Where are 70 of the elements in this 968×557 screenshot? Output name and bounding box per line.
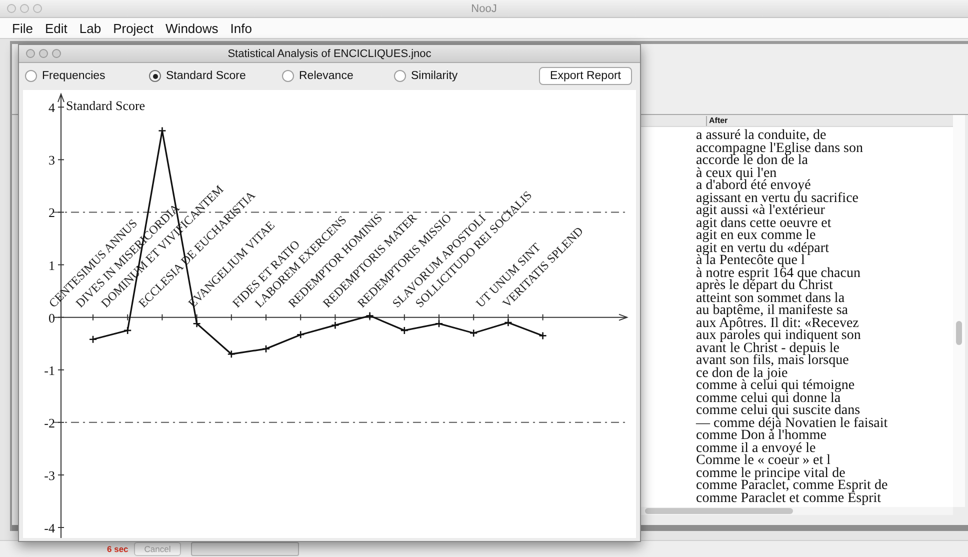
table-cell: accompagne l'Eglise dans son (696, 142, 863, 155)
radio-button[interactable]: Standard Score (149, 70, 282, 82)
table-cell: aux paroles qui indiquent son (696, 330, 861, 342)
table-cell: avant le Christ - depuis le (696, 342, 840, 355)
tick-label: 0 (48, 310, 55, 326)
radio-button[interactable]: Relevance (282, 70, 394, 82)
table-cell: comme il a envoyé le (696, 442, 816, 455)
elapsed-time: 6 sec (107, 544, 130, 554)
table-cell: comme celui qui donne la (696, 392, 841, 405)
table-cell: accorde le don de la (696, 155, 808, 168)
table-cell: comme le principe vital de (696, 468, 846, 480)
table-cell: comme Paraclet, comme Esprit de (696, 480, 888, 492)
tick-label: -4 (44, 520, 55, 536)
menu-item[interactable]: Windows (160, 20, 224, 36)
tick-label: -3 (44, 468, 55, 483)
menu-item[interactable]: Edit (38, 20, 74, 36)
table-cell: Comme le « coeur » et l (696, 455, 831, 468)
table-cell: agit en eux comme le (696, 230, 816, 242)
menu-item[interactable]: Project (107, 20, 160, 36)
table-cell: avant son fils, mais lorsque (696, 355, 849, 368)
menu-item[interactable]: Lab (73, 20, 108, 36)
table-cell: au baptême, il manifeste sa (696, 305, 848, 318)
window-title: Statistical Analysis of ENCICLIQUES.jnoc (228, 48, 432, 60)
table-cell: à la Pentecôte que l (696, 255, 805, 268)
table-cell: comme Don à l'homme (696, 430, 826, 442)
table-cell: à notre esprit 164 que chacun (696, 268, 860, 280)
tick-label: -2 (44, 415, 55, 430)
data-point (434, 319, 444, 328)
table-cell: — comme déjà Novatien le faisait (696, 418, 888, 430)
table-cell: comme celui qui suscite dans (696, 405, 860, 418)
tick-label: 4 (48, 100, 55, 116)
data-point (192, 319, 201, 328)
data-point (123, 326, 132, 335)
export-button[interactable]: Export Report (539, 67, 632, 85)
data-point (366, 312, 374, 320)
data-point (504, 318, 512, 327)
data-point (400, 326, 409, 335)
data-point (158, 126, 166, 135)
radio-button[interactable]: Similarity (394, 70, 534, 82)
table-cell: à ceux qui l'en (696, 168, 777, 180)
table-cell: a d'abord été envoyé (696, 180, 811, 192)
data-point (227, 350, 236, 358)
window-title: NooJ (471, 2, 497, 14)
data-point (88, 335, 98, 344)
table-cell: comme à celui qui témoigne (696, 380, 855, 392)
column-header[interactable]: After (706, 116, 728, 126)
scrollbar-thumb[interactable] (956, 321, 962, 345)
data-point (538, 332, 547, 340)
data-point (296, 330, 305, 339)
tick-label: 2 (48, 205, 55, 220)
menu-item[interactable]: Info (224, 20, 258, 36)
data-point (331, 321, 340, 330)
table-cell: agit dans cette oeuvre et (696, 218, 832, 230)
data-point (262, 344, 270, 353)
scrollbar-thumb[interactable] (645, 508, 793, 514)
tick-label: -1 (44, 362, 55, 378)
radio-button[interactable]: Frequencies (25, 70, 149, 82)
table-cell: comme Paraclet et comme Esprit (696, 492, 882, 505)
table-cell: a assuré la conduite, de (696, 130, 826, 142)
table-cell: agit en vertu du «départ (696, 242, 829, 255)
table-cell: atteint son sommet dans la (696, 292, 845, 305)
table-cell: ce don de la joie (696, 368, 788, 380)
table-cell: agit aussi «à l'extérieur (696, 205, 825, 218)
table-cell: après le départ du Christ (696, 280, 833, 292)
menu-item[interactable]: File (6, 20, 39, 36)
axis-title: Standard Score (66, 98, 146, 113)
table-cell: aux Apôtres. Il dit: «Recevez (696, 318, 859, 330)
table-cell: agissant en vertu du sacrifice (696, 192, 858, 205)
data-point (469, 328, 478, 338)
tick-label: 3 (48, 152, 55, 168)
